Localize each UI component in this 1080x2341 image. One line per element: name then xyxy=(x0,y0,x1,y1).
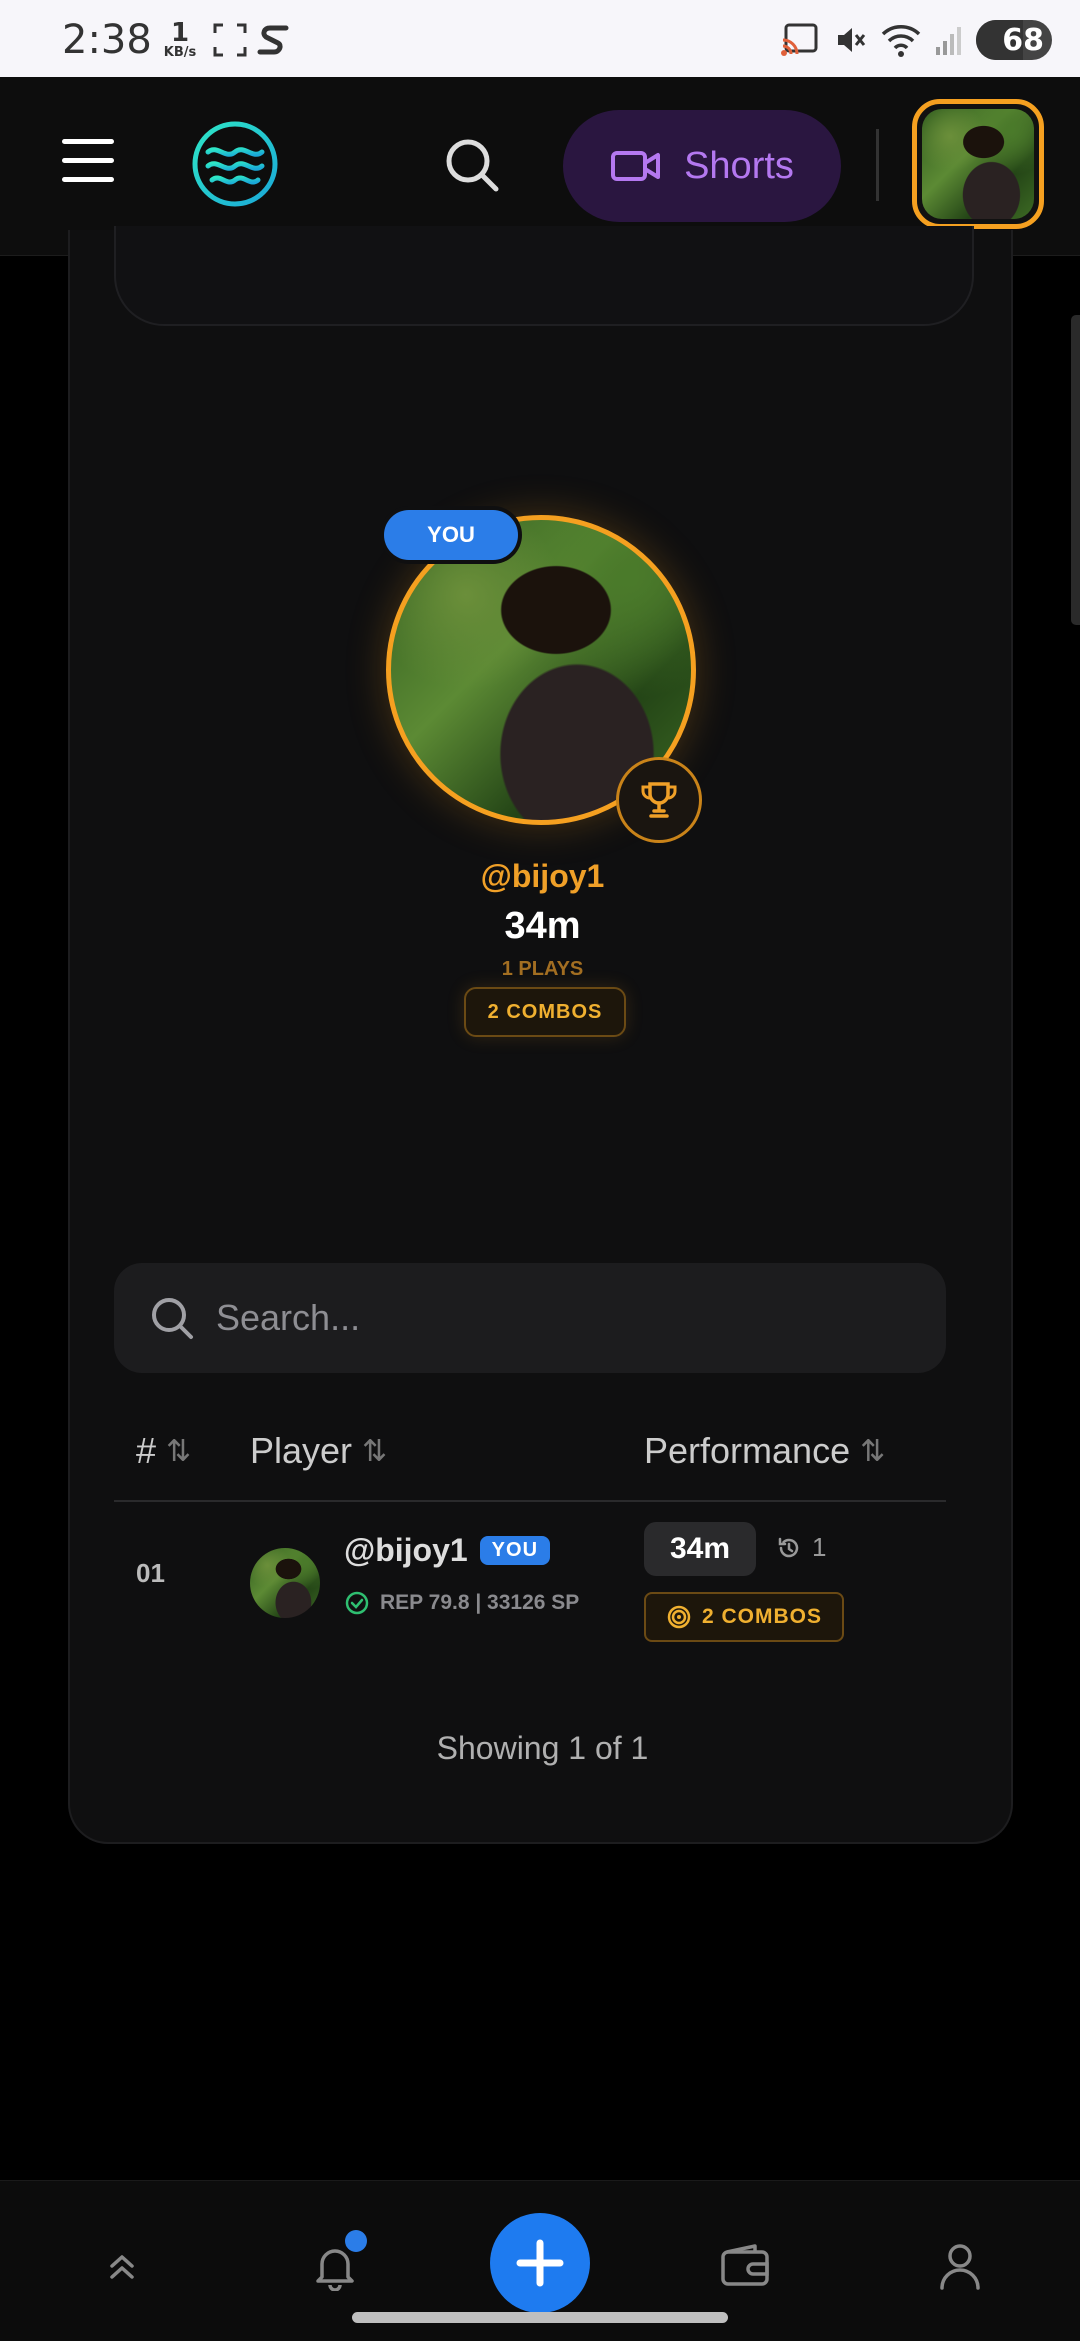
screenshot-icon xyxy=(213,23,247,57)
row-time: 34m xyxy=(644,1522,756,1576)
status-time: 2:38 xyxy=(62,17,152,63)
verified-check-icon xyxy=(345,1591,369,1615)
waves-logo-icon[interactable] xyxy=(190,119,280,209)
column-rank-label: # xyxy=(136,1430,157,1471)
search-icon xyxy=(152,1298,193,1339)
table-header: # ⇅ Player ⇅ Performance ⇅ xyxy=(114,1410,946,1502)
sort-icon: ⇅ xyxy=(362,1434,388,1468)
top-player-time: 34m xyxy=(504,905,581,947)
you-badge: YOU xyxy=(384,510,518,560)
column-player-label: Player xyxy=(250,1430,353,1471)
menu-button[interactable] xyxy=(62,139,114,183)
mute-icon xyxy=(838,28,866,52)
search-input[interactable] xyxy=(214,1296,918,1340)
target-icon xyxy=(667,1605,691,1629)
column-rank[interactable]: # ⇅ xyxy=(136,1430,191,1472)
row-rep-text: REP 79.8 | 33126 SP xyxy=(380,1591,580,1614)
row-player[interactable]: @bijoy1 YOU xyxy=(344,1532,551,1569)
column-performance[interactable]: Performance ⇅ xyxy=(644,1430,885,1472)
net-speed: 1 KB/s xyxy=(160,20,200,59)
column-performance-label: Performance xyxy=(644,1430,851,1471)
app-s-icon xyxy=(257,25,289,55)
scrollbar[interactable] xyxy=(1071,315,1080,625)
pagination-summary: Showing 1 of 1 xyxy=(436,1730,649,1766)
row-replays-count: 1 xyxy=(812,1532,827,1562)
row-username: @bijoy1 xyxy=(344,1532,468,1568)
shorts-label: Shorts xyxy=(684,144,794,187)
notification-dot xyxy=(345,2230,367,2252)
net-speed-value: 1 xyxy=(170,18,190,48)
nav-profile[interactable] xyxy=(930,2236,990,2296)
battery-level: 68 xyxy=(1002,22,1044,58)
history-icon xyxy=(778,1537,799,1557)
sort-icon: ⇅ xyxy=(860,1434,886,1468)
status-right: 68 xyxy=(780,18,1052,62)
you-badge: YOU xyxy=(479,1536,551,1565)
wifi-icon xyxy=(881,25,921,57)
shorts-button[interactable]: Shorts xyxy=(563,110,841,222)
sort-icon: ⇅ xyxy=(166,1434,192,1468)
home-indicator[interactable] xyxy=(352,2312,728,2323)
row-reputation: REP 79.8 | 33126 SP xyxy=(344,1590,579,1616)
table-row[interactable]: 01 @bijoy1 YOU REP 79.8 | 33126 SP 34m 1 xyxy=(114,1500,946,1650)
top-player-combos-badge: 2 COMBOS xyxy=(464,987,626,1037)
top-player-plays: 1 PLAYS xyxy=(501,958,584,980)
header-divider xyxy=(876,129,879,201)
avatar xyxy=(250,1548,320,1618)
column-player[interactable]: Player ⇅ xyxy=(250,1430,387,1472)
profile-avatar-button[interactable] xyxy=(912,99,1044,229)
chevrons-up-icon xyxy=(110,2255,134,2279)
avatar xyxy=(922,109,1034,219)
signal-icon xyxy=(936,27,961,55)
leaderboard-search[interactable] xyxy=(114,1263,946,1373)
create-button[interactable] xyxy=(490,2213,590,2313)
leaderboard-card: YOU @bijoy1 34m 1 PLAYS 2 COMBOS # ⇅ Pla… xyxy=(68,226,1015,1844)
previous-section-edge xyxy=(114,226,974,326)
wallet-icon xyxy=(721,2244,769,2286)
plus-icon xyxy=(516,2239,564,2287)
battery-indicator: 68 xyxy=(976,20,1052,60)
cast-icon xyxy=(781,23,818,56)
nav-wallet[interactable] xyxy=(715,2236,775,2296)
row-rank: 01 xyxy=(136,1558,165,1588)
top-player-username[interactable]: @bijoy1 xyxy=(70,858,1015,895)
status-bar: 2:38 1 KB/s 68 xyxy=(0,0,1080,77)
user-icon xyxy=(940,2244,980,2290)
net-speed-unit: KB/s xyxy=(163,45,197,60)
trophy-icon xyxy=(616,757,702,843)
video-camera-icon xyxy=(611,151,661,181)
nav-notifications[interactable] xyxy=(305,2230,367,2296)
nav-home[interactable] xyxy=(92,2236,152,2296)
search-icon[interactable] xyxy=(444,137,500,193)
row-replays: 1 xyxy=(776,1532,826,1563)
row-combos-label: 2 COMBOS xyxy=(701,1605,822,1628)
row-combos-badge: 2 COMBOS xyxy=(644,1592,844,1642)
